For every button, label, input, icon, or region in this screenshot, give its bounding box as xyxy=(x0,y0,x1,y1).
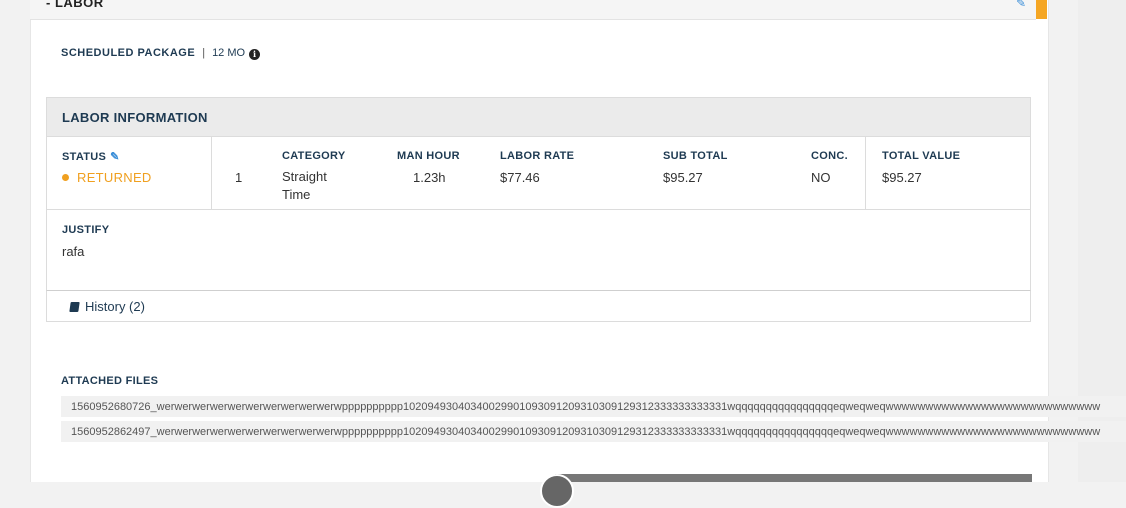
status-text: RETURNED xyxy=(77,170,152,185)
category-line: Straight xyxy=(282,169,327,184)
history-link[interactable]: History (2) xyxy=(69,299,145,314)
attached-file-name[interactable]: 1560952862497_werwerwerwerwerwerwerwerwe… xyxy=(71,426,1100,438)
labor-rate-value: $77.46 xyxy=(500,170,540,185)
justify-value: rafa xyxy=(62,244,85,259)
category-line: Time xyxy=(282,187,311,202)
separator: | xyxy=(202,47,206,59)
status-value: RETURNED xyxy=(62,170,152,185)
floating-button[interactable] xyxy=(540,474,574,508)
accent-tab xyxy=(1036,0,1047,19)
scheduled-package-value: 12 MO xyxy=(212,47,246,59)
attached-file-row[interactable]: 1560952862497_werwerwerwerwerwerwerwerwe… xyxy=(61,421,1126,442)
section-title[interactable]: - LABOR xyxy=(46,0,104,10)
conc-value: NO xyxy=(811,170,831,185)
history-panel[interactable]: History (2) xyxy=(46,290,1031,322)
conc-header: CONC. xyxy=(811,150,848,162)
row-index: 1 xyxy=(235,170,243,185)
status-dot-icon xyxy=(62,174,69,181)
total-value-value: $95.27 xyxy=(882,170,922,185)
info-circle-icon[interactable]: i xyxy=(249,49,261,60)
category-header: CATEGORY xyxy=(282,150,346,162)
row-divider xyxy=(47,209,1030,210)
history-label[interactable]: History (2) xyxy=(85,299,145,314)
status-label: STATUS xyxy=(62,151,107,163)
section-header[interactable]: - LABOR ✎ xyxy=(30,0,1036,20)
pencil-icon[interactable]: ✎ xyxy=(110,151,120,163)
labor-information-header: LABOR INFORMATION xyxy=(47,98,1030,137)
man-hour-value: 1.23h xyxy=(413,170,446,185)
labor-information-title: LABOR INFORMATION xyxy=(62,110,208,125)
status-header: STATUS ✎ xyxy=(62,150,120,163)
labor-rate-header: LABOR RATE xyxy=(500,150,575,162)
labor-information-panel: LABOR INFORMATION xyxy=(46,97,1031,292)
attached-files-title: ATTACHED FILES xyxy=(61,375,159,387)
column-divider xyxy=(865,136,866,209)
bottom-toolbar xyxy=(555,474,1032,482)
scheduled-package: SCHEDULED PACKAGE | 12 MO i xyxy=(61,47,261,60)
scheduled-package-label: SCHEDULED PACKAGE xyxy=(61,47,196,59)
sub-total-value: $95.27 xyxy=(663,170,703,185)
sub-total-header: SUB TOTAL xyxy=(663,150,728,162)
total-value-header: TOTAL VALUE xyxy=(882,150,961,162)
attached-file-row[interactable]: 1560952680726_werwerwerwerwerwerwerwerwe… xyxy=(61,396,1126,417)
man-hour-header: MAN HOUR xyxy=(397,150,460,162)
attached-file-name[interactable]: 1560952680726_werwerwerwerwerwerwerwerwe… xyxy=(71,401,1100,413)
column-divider xyxy=(211,136,212,209)
category-value: Straight Time xyxy=(282,168,327,204)
justify-label: JUSTIFY xyxy=(62,224,110,236)
pencil-icon[interactable]: ✎ xyxy=(1016,0,1026,10)
book-icon xyxy=(69,302,80,312)
